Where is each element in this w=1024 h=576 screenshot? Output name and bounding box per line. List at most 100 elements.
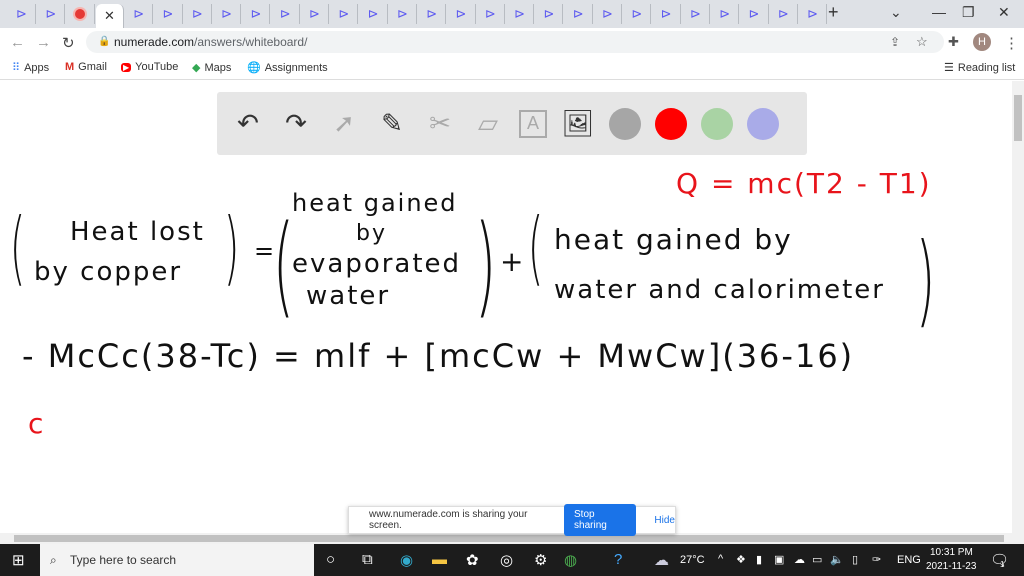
weather-icon[interactable]: ☁ — [654, 551, 669, 569]
pointer-icon[interactable]: ➚ — [327, 107, 361, 141]
browser-tab[interactable]: ⊳ — [301, 4, 329, 24]
battery-icon[interactable]: ▯ — [852, 553, 858, 566]
browser-tab[interactable]: ⊳ — [37, 4, 66, 24]
back-button[interactable]: ← — [10, 34, 25, 51]
meet-icon[interactable]: ▣ — [774, 553, 784, 566]
restore-button[interactable]: ❐ — [962, 4, 975, 21]
hide-button[interactable]: Hide — [654, 515, 675, 526]
numerade-favicon: ⊳ — [396, 6, 408, 21]
bookmark-maps[interactable]: ◆ Maps — [192, 61, 231, 75]
menu-icon[interactable]: ⋮ — [1004, 34, 1019, 52]
scroll-thumb[interactable] — [14, 535, 1004, 542]
mid-line-3: evaporated — [292, 249, 462, 279]
text-icon[interactable]: A — [519, 109, 547, 138]
numerade-favicon: ⊳ — [514, 6, 526, 21]
close-tab-icon[interactable]: ✕ — [104, 8, 115, 24]
clock-time[interactable]: 10:31 PM — [930, 547, 973, 558]
browser-tab[interactable]: ⊳ — [213, 4, 242, 24]
active-tab[interactable]: ✕ — [95, 4, 124, 28]
browser-tab[interactable]: ⊳ — [272, 4, 300, 24]
minimize-button[interactable]: — — [932, 4, 946, 20]
stop-sharing-button[interactable]: Stop sharing — [564, 504, 637, 536]
new-tab-button[interactable]: + — [828, 2, 839, 23]
chrome-icon[interactable]: ◍ — [564, 551, 577, 569]
tools-icon[interactable]: ✂ — [423, 107, 457, 141]
browser-tab[interactable]: ⊳ — [741, 4, 769, 24]
browser-tab[interactable]: ⊳ — [8, 4, 36, 24]
browser-tab[interactable]: ⊳ — [799, 4, 828, 24]
browser-tab[interactable]: ⊳ — [242, 4, 271, 24]
settings-icon[interactable]: ⚙ — [534, 551, 547, 569]
color-gray-button[interactable] — [609, 107, 641, 140]
media-icon[interactable]: ◎ — [500, 551, 513, 569]
tab-strip: ⊳ ⊳ ✕ ⊳ ⊳ ⊳ ⊳ ⊳ ⊳ ⊳ ⊳ ⊳ ⊳ ⊳ ⊳ ⊳ ⊳ ⊳ ⊳ ⊳ ⊳ ⊳ ⊳ ⊳ ⊳ ⊳ ⊳ — [0, 0, 1024, 28]
browser-tab[interactable]: ⊳ — [535, 4, 564, 24]
redo-icon[interactable]: ↷ — [279, 107, 313, 141]
tab-search-icon[interactable]: ⌄ — [890, 4, 902, 21]
browser-tab[interactable]: ⊳ — [711, 4, 740, 24]
app-icon[interactable]: ✿ — [466, 551, 479, 569]
windows-start-icon[interactable]: ⊞ — [12, 551, 25, 569]
globe-icon: 🌐 — [247, 62, 261, 74]
browser-tab[interactable]: ⊳ — [360, 4, 388, 24]
reload-button[interactable]: ↻ — [62, 34, 75, 52]
scroll-thumb[interactable] — [1014, 95, 1022, 141]
extensions-icon[interactable]: ✚ — [948, 34, 959, 50]
browser-tab[interactable]: ⊳ — [506, 4, 535, 24]
browser-tab[interactable]: ⊳ — [594, 4, 622, 24]
dropbox-icon[interactable]: ❖ — [736, 553, 746, 566]
image-icon[interactable]: 🖼 — [561, 107, 595, 141]
browser-tab[interactable]: ⊳ — [682, 4, 710, 24]
clock-date[interactable]: 2021-11-23 — [926, 561, 976, 572]
whiteboard-canvas[interactable]: ↶ ↷ ➚ ✎ ✂ ▱ A 🖼 Q = mc(T2 - T1) ( Heat l… — [0, 81, 1012, 533]
pen-icon[interactable]: ✎ — [375, 107, 409, 141]
browser-tab[interactable]: ⊳ — [389, 4, 417, 24]
bookmark-youtube[interactable]: ▶ YouTube — [121, 61, 178, 73]
show-hidden-icons[interactable]: ^ — [718, 553, 723, 565]
browser-tab[interactable]: ⊳ — [565, 4, 593, 24]
browser-tab[interactable]: ⊳ — [155, 4, 183, 24]
share-icon[interactable]: ⇪ — [890, 35, 900, 49]
browser-tab[interactable]: ⊳ — [184, 4, 212, 24]
horizontal-scrollbar[interactable] — [0, 533, 1024, 544]
browser-tab[interactable]: ⊳ — [770, 4, 798, 24]
reading-list-button[interactable]: ☰ Reading list — [944, 61, 1015, 75]
browser-tab[interactable]: ⊳ — [477, 4, 505, 24]
color-green-button[interactable] — [701, 107, 733, 140]
browser-tab[interactable]: ⊳ — [653, 4, 681, 24]
edge-icon[interactable]: ◉ — [400, 551, 413, 569]
usb-icon[interactable]: ▮ — [756, 553, 762, 566]
task-view-icon[interactable]: ⧉ — [362, 551, 373, 568]
close-window-button[interactable]: ✕ — [998, 4, 1010, 21]
browser-tab[interactable] — [67, 4, 95, 24]
url-input[interactable]: 🔒 numerade.com/answers/whiteboard/ — [86, 31, 944, 53]
bookmark-gmail[interactable]: M Gmail — [65, 61, 107, 73]
language-indicator[interactable]: ENG — [897, 554, 921, 566]
browser-tab[interactable]: ⊳ — [623, 4, 652, 24]
bookmark-star-icon[interactable]: ☆ — [916, 34, 928, 50]
help-icon[interactable]: ? — [614, 551, 622, 568]
browser-tab[interactable]: ⊳ — [448, 4, 476, 24]
taskbar-search-input[interactable]: ⌕ Type here to search — [40, 544, 314, 576]
cloud-icon[interactable]: ☁ — [794, 553, 805, 566]
weather-temp[interactable]: 27°C — [680, 554, 705, 566]
browser-tab[interactable]: ⊳ — [418, 4, 447, 24]
bookmark-apps[interactable]: ⠿ Apps — [12, 61, 49, 75]
cortana-icon[interactable]: ○ — [326, 551, 335, 568]
paren: ) — [474, 201, 497, 329]
pen-workspace-icon[interactable]: ✑ — [872, 553, 881, 566]
color-red-button[interactable] — [655, 107, 687, 140]
numerade-favicon: ⊳ — [484, 6, 496, 21]
file-explorer-icon[interactable]: ▬ — [432, 551, 447, 568]
profile-avatar[interactable]: H — [973, 33, 991, 51]
browser-tab[interactable]: ⊳ — [330, 4, 359, 24]
network-icon[interactable]: ▭ — [812, 553, 822, 566]
undo-icon[interactable]: ↶ — [231, 107, 265, 141]
vertical-scrollbar[interactable] — [1012, 81, 1024, 533]
eraser-icon[interactable]: ▱ — [471, 107, 505, 141]
bookmark-assignments[interactable]: 🌐 Assignments — [247, 61, 328, 75]
browser-tab[interactable]: ⊳ — [125, 4, 154, 24]
forward-button[interactable]: → — [36, 34, 51, 51]
volume-icon[interactable]: 🔈 — [830, 553, 844, 566]
color-purple-button[interactable] — [747, 107, 779, 140]
